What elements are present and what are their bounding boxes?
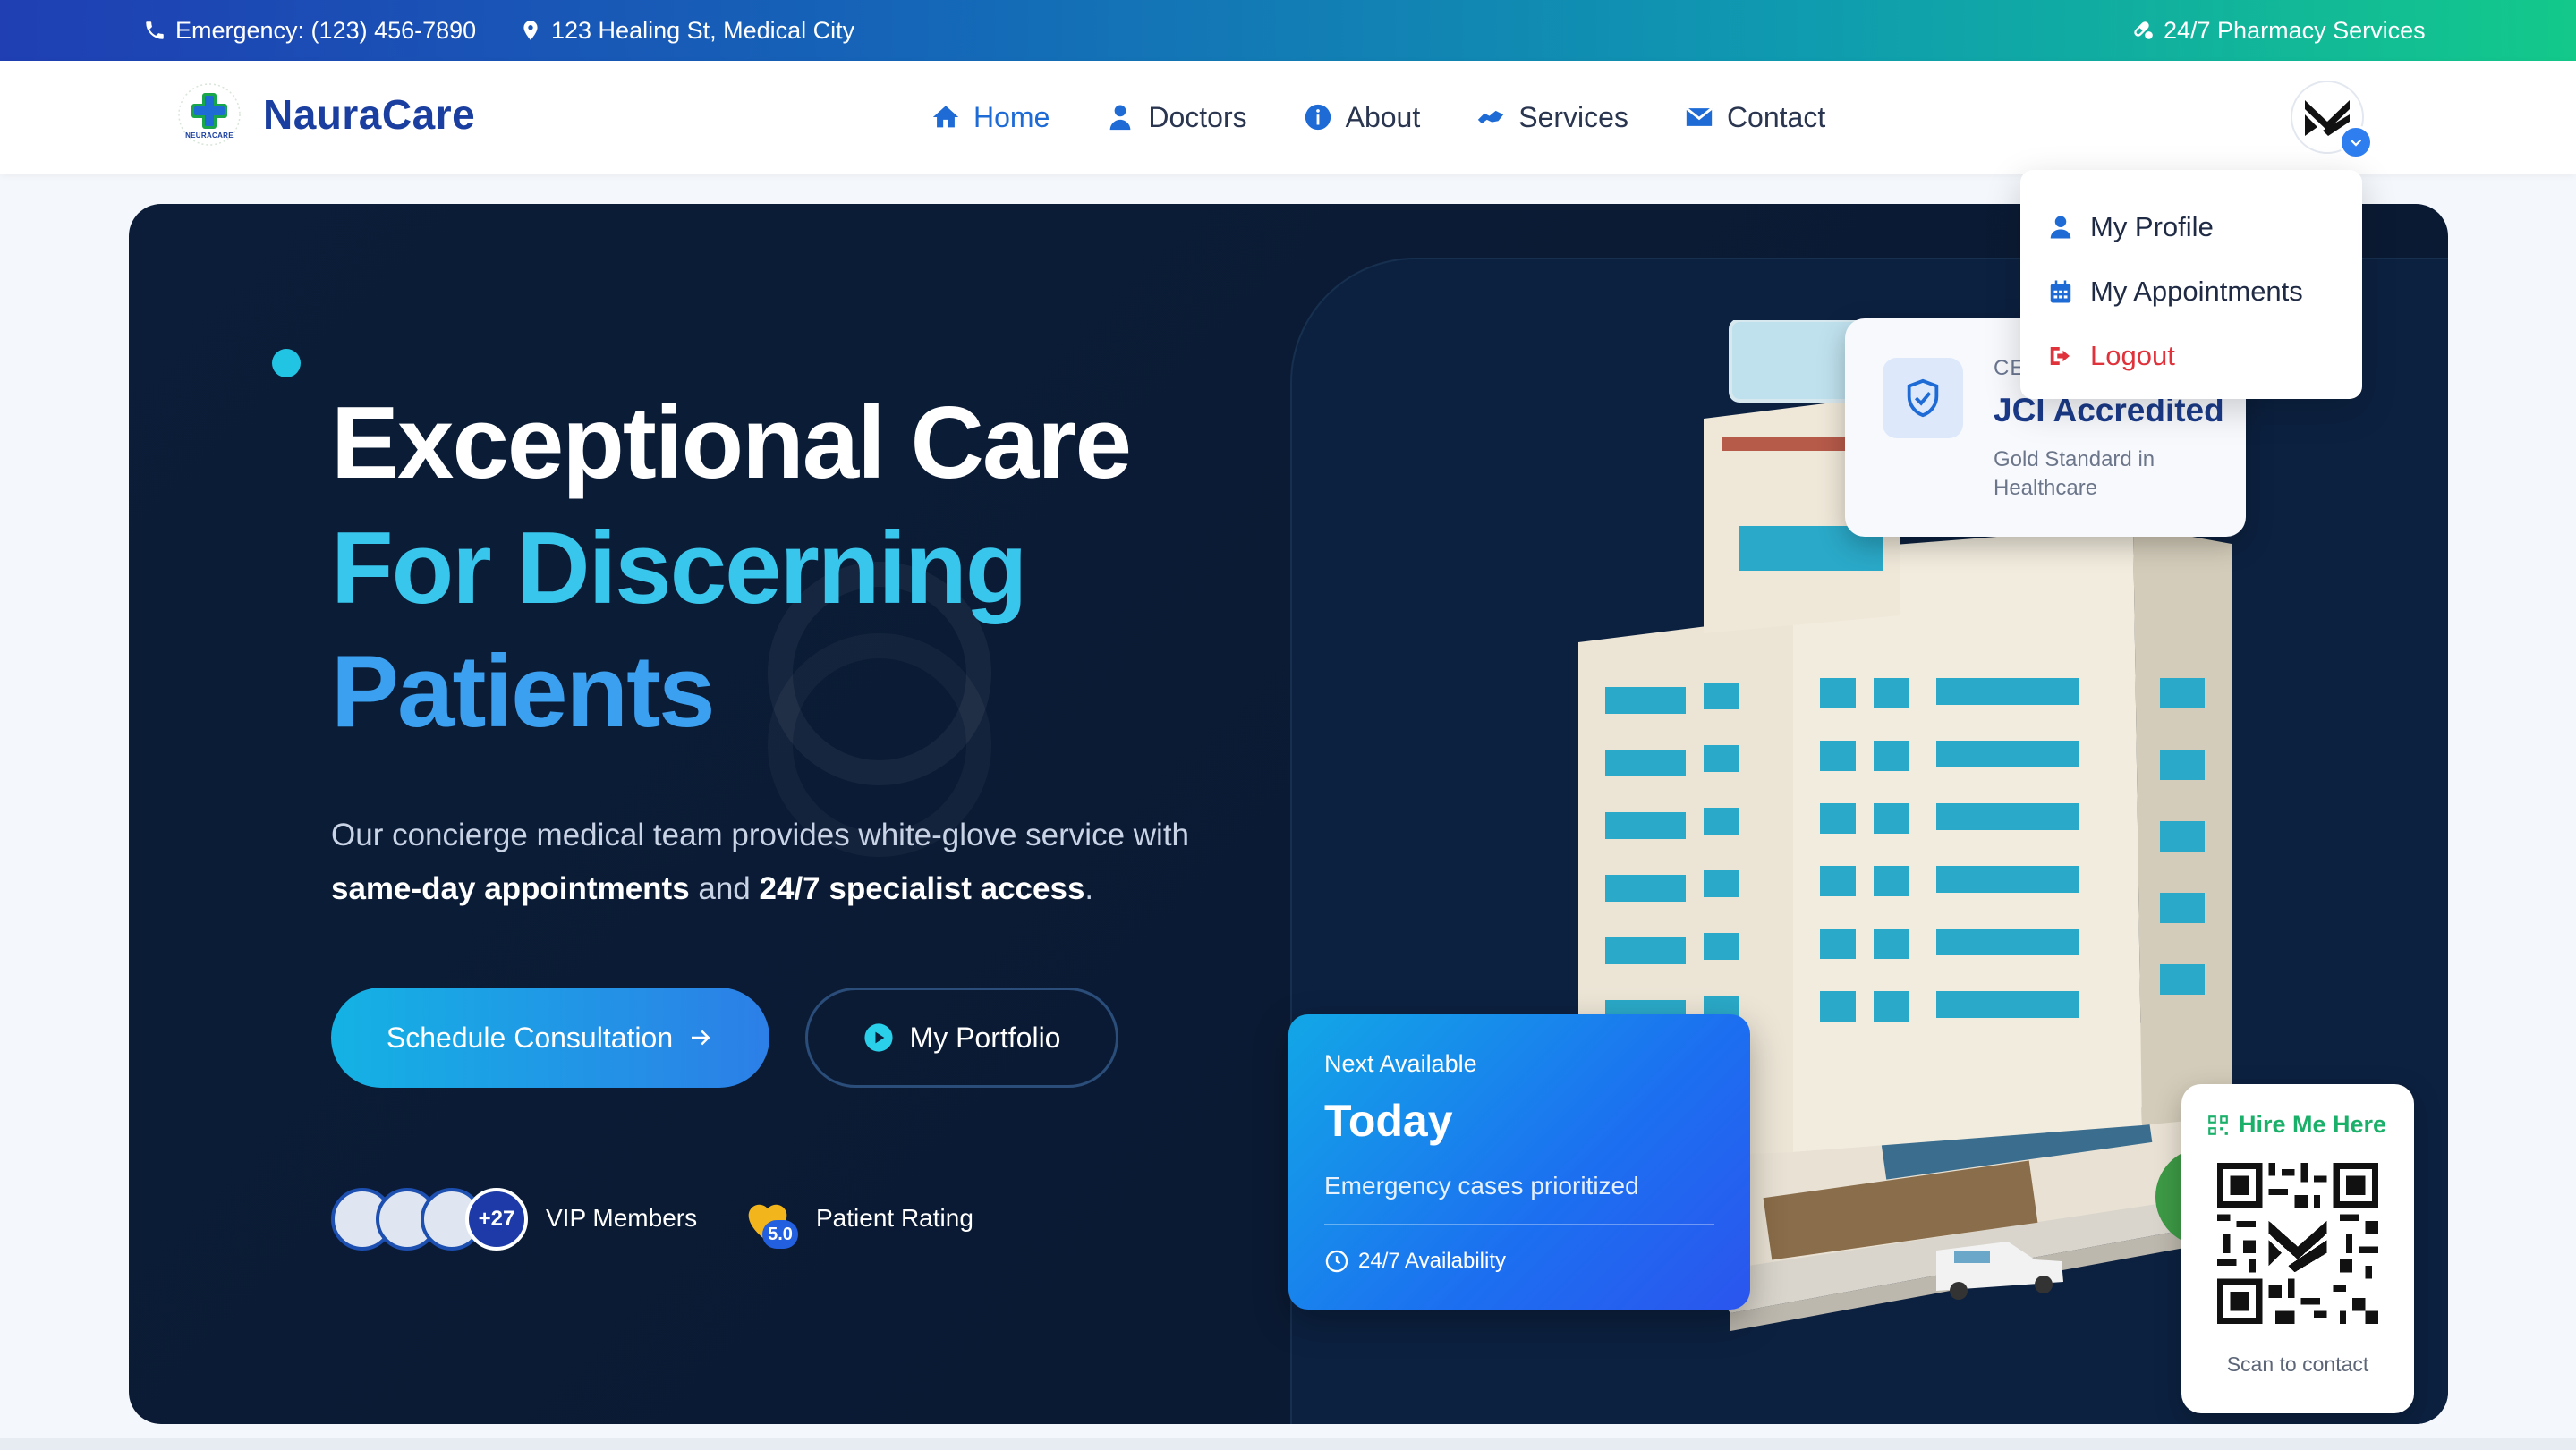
logout-icon xyxy=(2050,347,2070,365)
nav-about-label: About xyxy=(1345,100,1421,133)
menu-item-label: Logout xyxy=(2090,340,2175,371)
nav-services-label: Services xyxy=(1518,100,1628,133)
hero-title-line3: Patients xyxy=(331,635,715,749)
qr-contact-card[interactable]: Hire Me Here Scan to contact xyxy=(2181,1084,2414,1413)
qr-caption: Scan to contact xyxy=(2226,1352,2369,1376)
nav-home-label: Home xyxy=(973,100,1050,133)
next-available-title: Today xyxy=(1324,1096,1453,1146)
arrow-right-icon xyxy=(692,1030,710,1046)
nav-contact[interactable]: Contact xyxy=(1684,101,1825,134)
availability-footer-text: 24/7 Availability xyxy=(1358,1249,1506,1273)
schedule-consultation-button[interactable]: Schedule Consultation xyxy=(331,988,769,1088)
map-pin-icon xyxy=(523,21,538,40)
brand-logo: NEURACARE xyxy=(175,81,243,148)
availability-footer: 24/7 Availability xyxy=(1324,1249,1506,1274)
patient-rating-label: Patient Rating xyxy=(816,1204,973,1232)
nav-doctors[interactable]: Doctors xyxy=(1105,100,1247,134)
next-available-subtitle: Emergency cases prioritized xyxy=(1324,1172,1639,1200)
address-text: 123 Healing St, Medical City xyxy=(551,16,855,44)
next-available-eyebrow: Next Available xyxy=(1324,1050,1477,1077)
nav-doctors-label: Doctors xyxy=(1148,100,1247,133)
hero-title-line1: Exceptional Care xyxy=(331,386,1132,500)
primary-nav: Home Doctors About Services Contact xyxy=(931,61,1825,174)
desc-specialist: 24/7 specialist access xyxy=(759,871,1085,906)
hero-description: Our concierge medical team provides whit… xyxy=(331,809,1333,916)
next-available-card: Next Available Today Emergency cases pri… xyxy=(1288,1014,1750,1310)
my-portfolio-button[interactable]: My Portfolio xyxy=(805,988,1118,1088)
qrcode-icon xyxy=(2208,1115,2228,1135)
menu-item-my-profile[interactable]: My Profile xyxy=(2020,195,2362,259)
user-dropdown-menu: My Profile My Appointments Logout xyxy=(2020,170,2362,399)
nav-home[interactable]: Home xyxy=(931,101,1050,134)
calendar-icon xyxy=(2050,280,2071,303)
pills-icon xyxy=(2134,21,2153,39)
desc-mid: and xyxy=(689,871,760,906)
chevron-down-icon xyxy=(2339,125,2373,159)
shield-check-icon xyxy=(1883,358,1963,438)
nav-services[interactable]: Services xyxy=(1475,101,1628,134)
menu-item-my-appointments[interactable]: My Appointments xyxy=(2020,259,2362,324)
accreditation-subtitle: Gold Standard in Healthcare xyxy=(1994,447,2155,500)
rating-badge: 5.0 xyxy=(762,1220,798,1249)
desc-prefix: Our concierge medical team provides whit… xyxy=(331,818,1190,852)
vip-members-label: VIP Members xyxy=(546,1204,698,1232)
decorative-dot xyxy=(272,349,301,377)
menu-item-label: My Profile xyxy=(2090,211,2214,242)
brand-logo-text: NEURACARE xyxy=(185,131,234,140)
top-info-bar: Emergency: (123) 456-7890 123 Healing St… xyxy=(0,0,2576,61)
qr-title-text: Hire Me Here xyxy=(2239,1111,2387,1138)
desc-suffix: . xyxy=(1084,871,1094,906)
brand[interactable]: NEURACARE NauraCare xyxy=(175,81,475,148)
emergency-phone[interactable]: Emergency: (123) 456-7890 xyxy=(143,0,476,61)
hands-icon xyxy=(1478,110,1504,124)
desc-same-day: same-day appointments xyxy=(331,871,690,906)
user-avatar-button[interactable] xyxy=(2291,81,2373,159)
menu-item-label: My Appointments xyxy=(2090,276,2303,307)
pharmacy-info: 24/7 Pharmacy Services xyxy=(2131,0,2426,61)
brand-name: NauraCare xyxy=(263,91,476,138)
home-icon xyxy=(932,106,959,128)
vip-member-avatars: +27 xyxy=(331,1188,528,1252)
main-navbar: NEURACARE NauraCare Home Doctors About S… xyxy=(0,61,2576,174)
user-icon xyxy=(2050,216,2071,239)
nav-contact-label: Contact xyxy=(1726,100,1826,133)
phone-icon xyxy=(146,21,164,39)
schedule-label: Schedule Consultation xyxy=(386,1021,674,1054)
envelope-icon xyxy=(1685,106,1713,126)
hero-title-line2: For Discerning xyxy=(331,512,1027,625)
menu-item-logout[interactable]: Logout xyxy=(2020,324,2362,388)
pharmacy-text: 24/7 Pharmacy Services xyxy=(2164,16,2426,44)
next-section-edge xyxy=(0,1438,2576,1450)
emergency-text: Emergency: (123) 456-7890 xyxy=(175,16,477,44)
member-count-badge: +27 xyxy=(465,1188,528,1251)
doctor-icon xyxy=(1110,105,1131,131)
divider xyxy=(1324,1224,1714,1225)
portfolio-label: My Portfolio xyxy=(909,1021,1061,1054)
play-circle-icon xyxy=(863,1023,893,1052)
qr-title: Hire Me Here xyxy=(2206,1111,2386,1139)
info-icon xyxy=(1305,104,1331,131)
clock-icon xyxy=(1325,1250,1348,1273)
nav-about[interactable]: About xyxy=(1303,100,1421,134)
qr-code-image xyxy=(2217,1163,2378,1324)
address-info: 123 Healing St, Medical City xyxy=(519,0,854,61)
